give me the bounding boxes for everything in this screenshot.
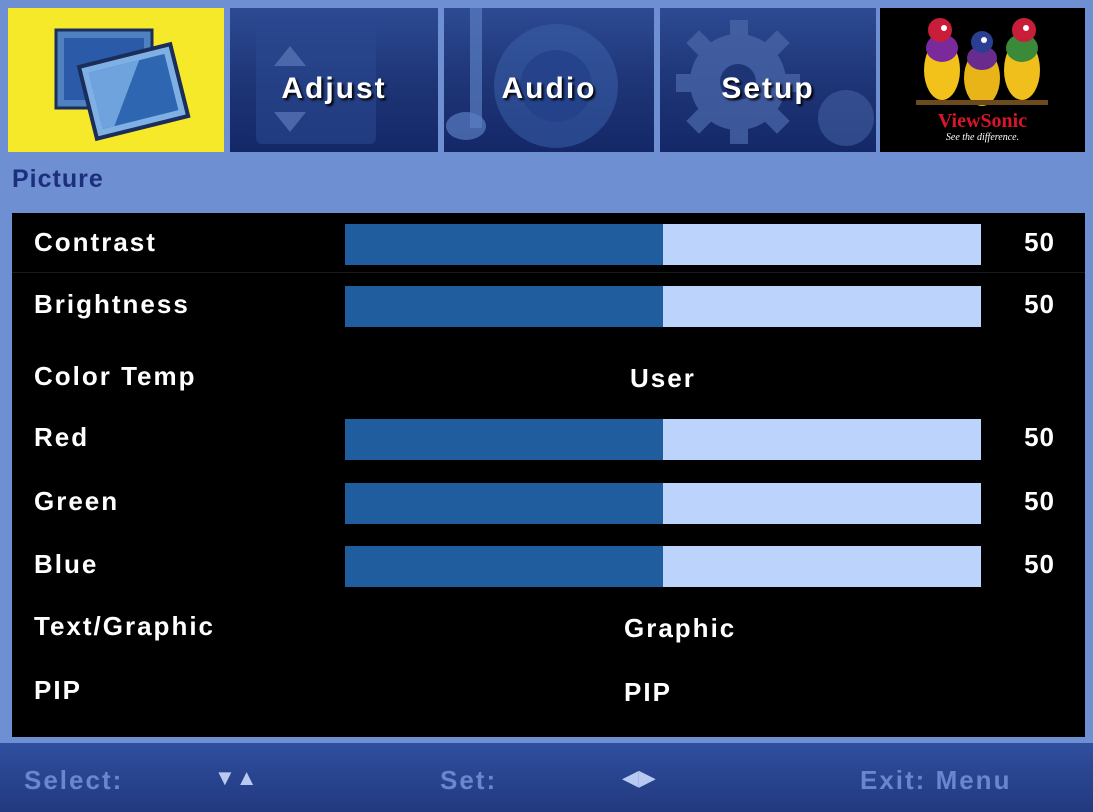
blue-slider-fill (345, 546, 663, 587)
brightness-slider[interactable] (345, 286, 981, 327)
tab-picture[interactable] (8, 8, 224, 152)
text-graphic-label: Text/Graphic (34, 611, 216, 641)
brightness-label: Brightness (34, 289, 190, 319)
setting-row-red[interactable]: Red 50 (12, 408, 1085, 468)
tab-setup[interactable]: Setup (660, 8, 876, 152)
row-divider (12, 272, 1085, 273)
footer-help-bar: Select: ▼▲ Set: ◀▶ Exit: Menu (0, 743, 1093, 812)
contrast-value: 50 (1024, 227, 1055, 257)
blue-label: Blue (34, 549, 99, 579)
osd-menu: Adjust Audio Setup ViewSonic See the dif… (0, 0, 1093, 812)
blue-slider[interactable] (345, 546, 981, 587)
set-hint-label: Set: (440, 765, 498, 795)
tab-audio-label: Audio (501, 72, 597, 105)
setting-row-green[interactable]: Green 50 (12, 472, 1085, 532)
blue-value: 50 (1024, 549, 1055, 579)
exit-hint-label: Exit: Menu (860, 765, 1012, 795)
left-right-arrows-icon: ◀▶ (622, 765, 656, 790)
brightness-slider-fill (345, 286, 663, 327)
color-temp-label: Color Temp (34, 361, 197, 391)
settings-panel: Contrast 50 Brightness 50 Color Temp Use… (12, 213, 1085, 737)
brand-name: ViewSonic (937, 110, 1028, 132)
green-slider-fill (345, 483, 663, 524)
red-label: Red (34, 422, 90, 452)
up-down-arrows-icon: ▼▲ (214, 765, 258, 790)
page-title: Picture (12, 165, 104, 193)
brand-tagline: See the difference. (945, 132, 1020, 143)
brand-logo-tile: ViewSonic See the difference. (880, 8, 1085, 152)
setting-row-contrast[interactable]: Contrast 50 (12, 213, 1085, 273)
pip-label: PIP (34, 675, 82, 705)
green-value: 50 (1024, 486, 1055, 516)
pip-value[interactable]: PIP (624, 677, 672, 708)
red-slider[interactable] (345, 419, 981, 460)
brightness-value: 50 (1024, 289, 1055, 319)
color-temp-value[interactable]: User (630, 363, 696, 394)
contrast-slider-fill (345, 224, 663, 265)
setting-row-brightness[interactable]: Brightness 50 (12, 275, 1085, 335)
setting-row-text-graphic[interactable]: Text/Graphic Graphic (12, 597, 1085, 657)
red-slider-fill (345, 419, 663, 460)
text-graphic-value[interactable]: Graphic (624, 613, 736, 644)
contrast-slider[interactable] (345, 224, 981, 265)
select-hint-label: Select: (24, 765, 124, 795)
green-slider[interactable] (345, 483, 981, 524)
contrast-label: Contrast (34, 227, 157, 257)
setting-row-pip[interactable]: PIP PIP (12, 661, 1085, 721)
tab-setup-label: Setup (721, 72, 815, 105)
tab-audio[interactable]: Audio (444, 8, 654, 152)
tab-adjust-label: Adjust (281, 72, 387, 105)
tab-bar: Adjust Audio Setup ViewSonic See the dif… (8, 8, 1085, 152)
picture-frames-icon (54, 28, 191, 142)
tab-adjust[interactable]: Adjust (230, 8, 438, 152)
setting-row-color-temp[interactable]: Color Temp User (12, 347, 1085, 407)
red-value: 50 (1024, 422, 1055, 452)
green-label: Green (34, 486, 120, 516)
setting-row-blue[interactable]: Blue 50 (12, 535, 1085, 595)
